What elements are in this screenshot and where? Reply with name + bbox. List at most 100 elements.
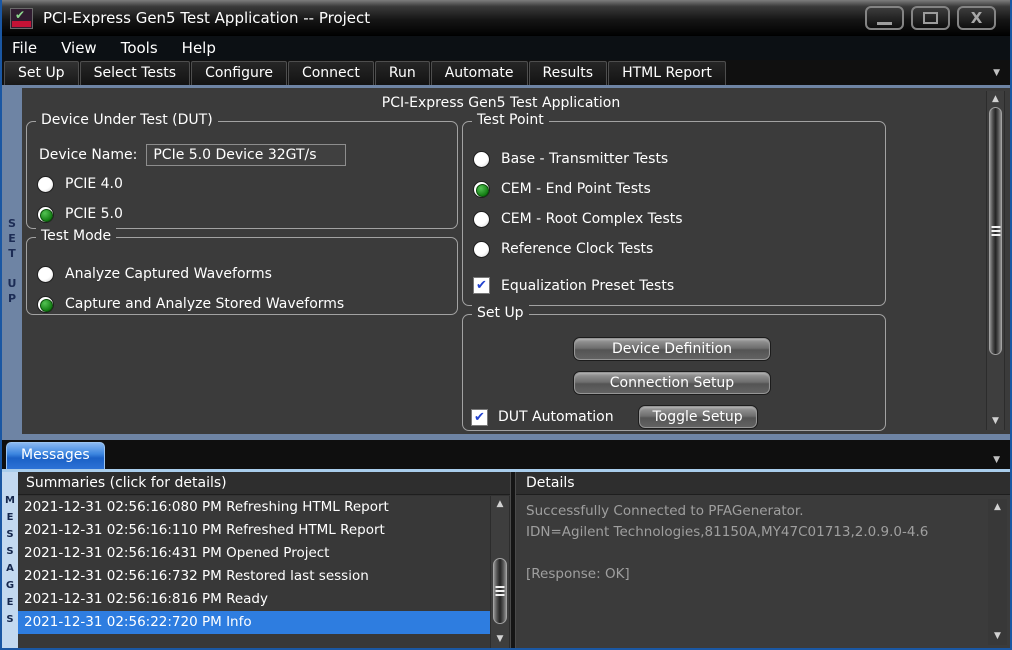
equalization-preset-row[interactable]: ✔ Equalization Preset Tests xyxy=(473,277,674,294)
radio-row-pcie-5-0[interactable]: PCIE 5.0 xyxy=(37,204,123,224)
radio-analyze-captured-waveforms[interactable] xyxy=(37,266,54,283)
log-row[interactable]: 2021-12-31 02:56:16:816 PM Ready xyxy=(18,588,490,611)
menu-bar: File View Tools Help xyxy=(2,36,1010,60)
radio-row-analyze-captured-waveforms[interactable]: Analyze Captured Waveforms xyxy=(37,264,272,284)
equalization-preset-checkbox[interactable]: ✔ xyxy=(473,277,490,294)
tab-set-up[interactable]: Set Up xyxy=(4,61,79,85)
strip-letter: S xyxy=(6,612,13,627)
scroll-up-icon[interactable]: ▲ xyxy=(987,93,1004,106)
strip-letter: T xyxy=(8,248,16,260)
device-name-label: Device Name: xyxy=(39,147,137,163)
close-button[interactable]: X xyxy=(957,6,996,30)
radio-label-base-transmitter-tests: Base - Transmitter Tests xyxy=(501,151,668,167)
detail-line xyxy=(526,543,982,564)
main-scrollbar-thumb[interactable] xyxy=(989,107,1002,355)
tab-results[interactable]: Results xyxy=(529,61,608,85)
group-test-mode: Test Mode Analyze Captured WaveformsCapt… xyxy=(26,237,458,315)
maximize-button[interactable] xyxy=(911,6,950,30)
equalization-preset-label: Equalization Preset Tests xyxy=(501,278,674,294)
radio-pcie-5-0[interactable] xyxy=(37,206,54,223)
strip-letter: E xyxy=(7,510,14,525)
tab-messages[interactable]: Messages xyxy=(6,442,105,469)
summaries-scrollbar-thumb[interactable] xyxy=(493,558,507,624)
tab-automate[interactable]: Automate xyxy=(431,61,528,85)
app-window: ✔ PCI-Express Gen5 Test Application -- P… xyxy=(0,0,1012,650)
summaries-panel: Summaries (click for details) 2021-12-31… xyxy=(18,472,510,648)
scroll-down-icon[interactable]: ▼ xyxy=(988,630,1007,643)
summaries-header: Summaries (click for details) xyxy=(18,472,510,495)
connection-setup-button[interactable]: Connection Setup xyxy=(573,371,771,395)
scrollbar-grip-icon xyxy=(991,226,1000,236)
menu-view[interactable]: View xyxy=(61,39,97,57)
tab-strip: Set UpSelect TestsConfigureConnectRunAut… xyxy=(2,60,1010,85)
log-row[interactable]: 2021-12-31 02:56:16:732 PM Restored last… xyxy=(18,565,490,588)
radio-pcie-4-0[interactable] xyxy=(37,176,54,193)
tab-connect[interactable]: Connect xyxy=(288,61,374,85)
detail-line: IDN=Agilent Technologies,81150A,MY47C017… xyxy=(526,522,982,543)
strip-letter: A xyxy=(6,561,14,576)
radio-label-analyze-captured-waveforms: Analyze Captured Waveforms xyxy=(65,266,272,282)
radio-base-transmitter-tests[interactable] xyxy=(473,151,490,168)
messages-dropdown-icon[interactable]: ▼ xyxy=(993,455,1010,469)
strip-letter: S xyxy=(8,218,16,230)
radio-row-pcie-4-0[interactable]: PCIE 4.0 xyxy=(37,174,123,194)
group-title-dut: Device Under Test (DUT) xyxy=(36,112,218,128)
summaries-list: 2021-12-31 02:56:16:080 PM Refreshing HT… xyxy=(18,496,490,648)
tab-select-tests[interactable]: Select Tests xyxy=(80,61,191,85)
tab-configure[interactable]: Configure xyxy=(191,61,287,85)
radio-cem-end-point-tests[interactable] xyxy=(473,181,490,198)
tab-overflow-dropdown-icon[interactable]: ▼ xyxy=(983,68,1010,78)
radio-cem-root-complex-tests[interactable] xyxy=(473,211,490,228)
main-scrollbar[interactable]: ▲ ▼ xyxy=(986,91,1005,430)
device-definition-button[interactable]: Device Definition xyxy=(573,337,771,361)
scrollbar-grip-icon xyxy=(496,586,505,596)
maximize-icon xyxy=(923,12,938,24)
radio-row-reference-clock-tests[interactable]: Reference Clock Tests xyxy=(473,239,653,259)
log-row[interactable]: 2021-12-31 02:56:16:431 PM Opened Projec… xyxy=(18,542,490,565)
log-row[interactable]: 2021-12-31 02:56:22:720 PM Info xyxy=(18,611,490,634)
strip-letter: E xyxy=(8,233,16,245)
tab-run[interactable]: Run xyxy=(375,61,430,85)
radio-label-cem-root-complex-tests: CEM - Root Complex Tests xyxy=(501,211,683,227)
radio-row-capture-and-analyze-stored-waveforms[interactable]: Capture and Analyze Stored Waveforms xyxy=(37,294,344,314)
log-row[interactable]: 2021-12-31 02:56:16:080 PM Refreshing HT… xyxy=(18,496,490,519)
messages-tab-row: Messages ▼ xyxy=(2,440,1010,469)
tab-html-report[interactable]: HTML Report xyxy=(608,61,726,85)
strip-letter: S xyxy=(6,527,13,542)
messages-section: Messages ▼ MESSAGES Summaries (click for… xyxy=(2,434,1010,648)
radio-capture-and-analyze-stored-waveforms[interactable] xyxy=(37,296,54,313)
radio-row-base-transmitter-tests[interactable]: Base - Transmitter Tests xyxy=(473,149,668,169)
device-name-input[interactable] xyxy=(146,144,346,166)
log-row[interactable]: 2021-12-31 02:56:16:110 PM Refreshed HTM… xyxy=(18,519,490,542)
group-test-point: Test Point ✔ Equalization Preset Tests B… xyxy=(462,121,886,306)
strip-letter: G xyxy=(6,578,14,593)
strip-letter: U xyxy=(8,278,17,290)
strip-letter: S xyxy=(6,544,13,559)
scroll-down-icon[interactable]: ▼ xyxy=(987,415,1004,428)
radio-row-cem-end-point-tests[interactable]: CEM - End Point Tests xyxy=(473,179,651,199)
page-title: PCI-Express Gen5 Test Application xyxy=(22,95,980,111)
radio-row-cem-root-complex-tests[interactable]: CEM - Root Complex Tests xyxy=(473,209,683,229)
scroll-up-icon[interactable]: ▲ xyxy=(988,501,1007,514)
group-device-under-test: Device Under Test (DUT) Device Name: PCI… xyxy=(26,121,458,229)
scroll-up-icon[interactable]: ▲ xyxy=(491,498,509,511)
summaries-scrollbar[interactable]: ▲ ▼ xyxy=(490,496,510,648)
group-title-test-point: Test Point xyxy=(472,112,549,128)
dut-automation-checkbox[interactable]: ✔ xyxy=(471,409,488,426)
radio-reference-clock-tests[interactable] xyxy=(473,241,490,258)
app-icon: ✔ xyxy=(10,8,33,29)
scroll-down-icon[interactable]: ▼ xyxy=(491,633,509,646)
details-scrollbar[interactable]: ▲ ▼ xyxy=(988,499,1007,645)
messages-sidebar-strip: MESSAGES xyxy=(2,472,18,648)
detail-line: Successfully Connected to PFAGenerator. xyxy=(526,501,982,522)
details-header: Details xyxy=(516,472,1010,495)
toggle-setup-button[interactable]: Toggle Setup xyxy=(638,405,758,429)
minimize-button[interactable] xyxy=(865,6,904,30)
menu-file[interactable]: File xyxy=(12,39,37,57)
radio-label-capture-and-analyze-stored-waveforms: Capture and Analyze Stored Waveforms xyxy=(65,296,344,312)
radio-label-cem-end-point-tests: CEM - End Point Tests xyxy=(501,181,651,197)
menu-help[interactable]: Help xyxy=(182,39,216,57)
messages-content: MESSAGES Summaries (click for details) 2… xyxy=(2,472,1010,648)
radio-label-pcie-4-0: PCIE 4.0 xyxy=(65,176,123,192)
menu-tools[interactable]: Tools xyxy=(121,39,158,57)
